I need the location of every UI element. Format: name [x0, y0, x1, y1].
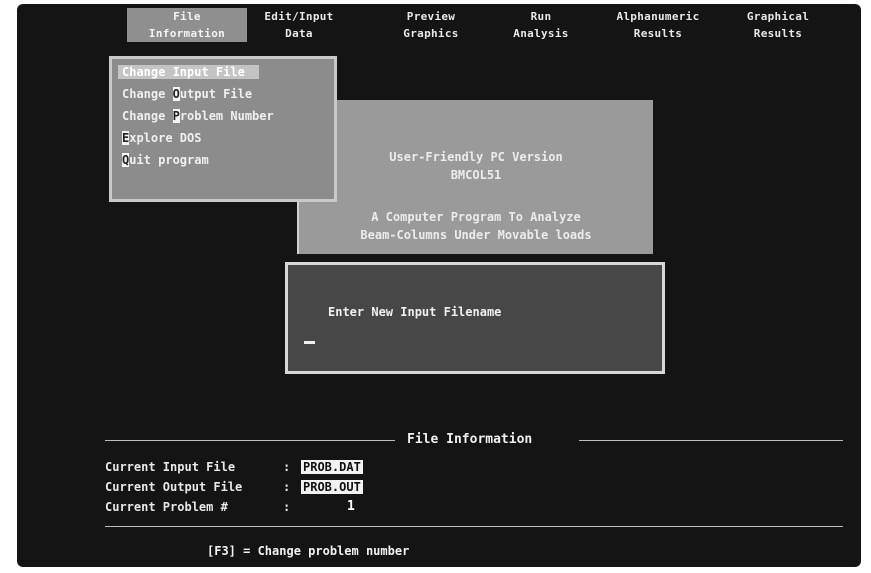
menu-graphical-results[interactable]: Graphical Results	[735, 8, 821, 42]
item-text-rest: hange Input File	[129, 65, 245, 79]
hotkey-letter: P	[172, 109, 180, 123]
function-key-hint: [F3] = Change problem number	[207, 544, 410, 558]
menu-run-analysis[interactable]: Run Analysis	[503, 8, 579, 42]
dialog-prompt: Enter New Input Filename	[328, 305, 502, 319]
menu-edit-line2: Data	[285, 27, 313, 40]
menu-alpha-line2: Results	[633, 27, 683, 40]
divider-bottom	[105, 526, 843, 527]
menu-item-change-output-file[interactable]: Change Output File	[122, 87, 252, 101]
menu-file-line2: Information	[148, 27, 226, 40]
menu-item-change-problem-number[interactable]: Change Problem Number	[122, 109, 274, 123]
menu-item-explore-dos[interactable]: Explore DOS	[122, 131, 201, 145]
menu-bar: File Information Edit/Input Data Preview…	[17, 4, 861, 56]
hotkey-letter: O	[172, 87, 180, 101]
menu-file-information[interactable]: File Information	[127, 8, 247, 42]
item-text-rest: utput File	[179, 87, 253, 101]
item-text-pre: Change	[122, 109, 173, 123]
colon: :	[283, 480, 291, 494]
menu-run-line1: Run	[530, 10, 552, 23]
menu-file-line1: File	[173, 10, 201, 23]
menu-edit-input-data[interactable]: Edit/Input Data	[249, 8, 349, 42]
menu-preview-line1: Preview	[406, 10, 456, 23]
menu-item-change-input-file[interactable]: Change Input File	[118, 65, 259, 79]
current-output-file-label: Current Output File	[105, 480, 243, 494]
about-program-name: BMCOL51	[450, 168, 502, 182]
menu-graph-line1: Graphical	[746, 10, 810, 23]
current-input-file-value: PROB.DAT	[301, 460, 363, 474]
menu-alphanumeric-results[interactable]: Alphanumeric Results	[603, 8, 713, 42]
item-text-pre: Change	[122, 87, 173, 101]
colon: :	[283, 460, 291, 474]
file-menu-dropdown: Change Input File Change Output File Cha…	[109, 56, 337, 202]
divider-left	[105, 440, 395, 441]
item-text-rest: uit program	[129, 153, 209, 167]
current-problem-label: Current Problem #	[105, 500, 228, 514]
item-text-rest: roblem Number	[179, 109, 274, 123]
about-desc-line1: A Computer Program To Analyze	[371, 210, 581, 224]
colon: :	[283, 500, 291, 514]
menu-graph-line2: Results	[753, 27, 803, 40]
item-text-rest: xplore DOS	[129, 131, 202, 145]
about-title: User-Friendly PC Version	[389, 150, 563, 164]
menu-preview-line2: Graphics	[403, 27, 459, 40]
text-cursor[interactable]	[304, 341, 315, 344]
current-problem-value: 1	[347, 499, 355, 514]
current-input-file-label: Current Input File	[105, 460, 236, 474]
input-filename-dialog: Enter New Input Filename	[285, 262, 665, 374]
menu-preview-graphics[interactable]: Preview Graphics	[385, 8, 477, 42]
menu-item-quit-program[interactable]: Quit program	[122, 153, 209, 167]
divider-right	[579, 440, 843, 441]
file-info-title: File Information	[407, 432, 533, 447]
menu-run-line2: Analysis	[513, 27, 569, 40]
about-desc-line2: Beam-Columns Under Movable loads	[360, 228, 592, 242]
dos-screen: File Information Edit/Input Data Preview…	[17, 4, 861, 567]
about-panel: User-Friendly PC Version BMCOL51 A Compu…	[297, 100, 653, 254]
menu-alpha-line1: Alphanumeric	[616, 10, 700, 23]
menu-edit-line1: Edit/Input	[264, 10, 334, 23]
current-output-file-value: PROB.OUT	[301, 480, 363, 494]
